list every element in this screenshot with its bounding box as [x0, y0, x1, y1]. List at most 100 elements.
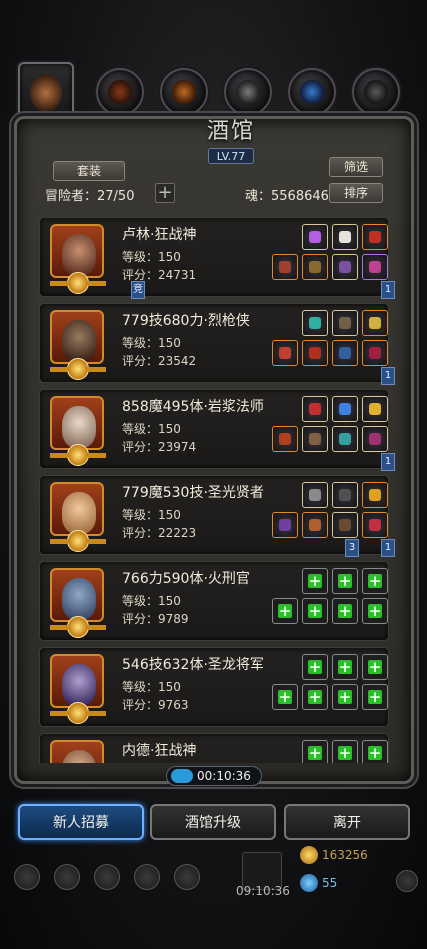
team-flag: 1 [381, 281, 395, 299]
add-equipment-button[interactable]: + [332, 568, 358, 594]
add-equipment-button[interactable]: + [302, 598, 328, 624]
equip-slot[interactable] [302, 224, 328, 250]
bag-icon[interactable] [54, 864, 80, 890]
add-equipment-button[interactable]: + [272, 684, 298, 710]
equip-slot[interactable] [362, 512, 388, 538]
equip-slot[interactable] [302, 340, 328, 366]
gem-amount: 55 [322, 876, 338, 890]
equip-slot[interactable] [362, 340, 388, 366]
tab-anvil[interactable] [352, 68, 400, 116]
equip-slot[interactable] [362, 426, 388, 452]
hero-card[interactable]: 766力590体·火刑官 等级：150 评分：9789 + + + + + + … [39, 561, 389, 641]
set-button[interactable]: 套装 [53, 161, 125, 181]
equip-slot[interactable] [332, 224, 358, 250]
hero-level: 等级：150 [122, 594, 181, 608]
hero-level: 等级：150 [122, 422, 181, 436]
filter-button[interactable]: 筛选 [329, 157, 383, 177]
hero-score: 评分：23542 [122, 354, 197, 368]
gem-icon [300, 874, 318, 892]
add-equipment-button[interactable]: + [302, 654, 328, 680]
equip-slot[interactable] [332, 482, 358, 508]
equip-slot[interactable] [272, 254, 298, 280]
gold-coin-icon [300, 846, 318, 864]
add-equipment-button[interactable]: + [332, 740, 358, 763]
hero-card[interactable]: 779技680力·烈枪侠 等级：150 评分：23542 [39, 303, 389, 383]
hero-name: 546技632体·圣龙将军 [122, 657, 264, 673]
anvil-icon [364, 80, 388, 104]
recruit-button[interactable]: 新人招募 [18, 804, 144, 840]
add-equipment-button[interactable]: + [302, 684, 328, 710]
team-flag: 1 [381, 539, 395, 557]
equip-slot[interactable] [302, 482, 328, 508]
expand-slots-button[interactable]: + [155, 183, 175, 203]
equip-slot[interactable] [332, 396, 358, 422]
equip-slot[interactable] [332, 254, 358, 280]
equip-slot[interactable] [302, 310, 328, 336]
add-equipment-button[interactable]: + [302, 568, 328, 594]
add-equipment-button[interactable]: + [272, 598, 298, 624]
equip-slot[interactable] [332, 340, 358, 366]
hero-portrait [50, 224, 104, 278]
sort-button[interactable]: 排序 [329, 183, 383, 203]
hero-card[interactable]: 546技632体·圣龙将军 等级：150 评分：9763 + + + + + +… [39, 647, 389, 727]
add-equipment-button[interactable]: + [362, 740, 388, 763]
add-equipment-button[interactable]: + [362, 568, 388, 594]
hero-card[interactable]: 779魔530技·圣光贤者 等级：150 评分：22223 [39, 475, 389, 555]
add-equipment-button[interactable]: + [362, 684, 388, 710]
add-equipment-button[interactable]: + [362, 654, 388, 680]
equip-slot[interactable] [302, 254, 328, 280]
hero-level: 等级：150 [122, 680, 181, 694]
hero-card[interactable]: 内德·狂战神 + + + [39, 733, 389, 763]
hero-score: 评分：9763 [122, 698, 189, 712]
equip-slot[interactable] [272, 512, 298, 538]
settings-icon[interactable] [174, 864, 200, 890]
tab-axe[interactable] [96, 68, 144, 116]
add-resource-icon[interactable] [396, 870, 418, 892]
helm-icon [236, 80, 260, 104]
title-plate: 酒馆 LV.77 [167, 109, 295, 164]
equip-slot[interactable] [332, 512, 358, 538]
equip-slot[interactable] [272, 426, 298, 452]
hero-name: 卢林·狂战神 [122, 227, 197, 243]
quest-icon[interactable] [134, 864, 160, 890]
equip-slot[interactable] [362, 224, 388, 250]
hero-portrait [50, 654, 104, 708]
equip-slot[interactable] [362, 254, 388, 280]
tab-crystal[interactable] [288, 68, 336, 116]
equip-slot[interactable] [302, 426, 328, 452]
add-equipment-button[interactable]: + [332, 684, 358, 710]
add-equipment-button[interactable]: + [332, 598, 358, 624]
hero-portrait [50, 310, 104, 364]
bottom-dock: 09:10:36 163256 55 [0, 846, 427, 908]
rank-medal-icon [50, 530, 106, 552]
equip-slot[interactable] [272, 340, 298, 366]
equip-slot[interactable] [332, 310, 358, 336]
team-flag: 1 [381, 453, 395, 471]
equip-slot[interactable] [332, 426, 358, 452]
mail-icon[interactable] [94, 864, 120, 890]
add-equipment-button[interactable]: + [362, 598, 388, 624]
equip-slot[interactable] [362, 310, 388, 336]
equip-slot[interactable] [362, 396, 388, 422]
hero-level: 等级：150 [122, 336, 181, 350]
chest-timer: 09:10:36 [236, 884, 290, 898]
timer-text: 00:10:36 [197, 769, 251, 783]
hero-list[interactable]: 卢林·狂战神 等级：150 评分：24731 竞 1 779技680力·烈枪侠 … [33, 215, 395, 763]
add-equipment-button[interactable]: + [302, 740, 328, 763]
leave-button[interactable]: 离开 [284, 804, 410, 840]
hero-card[interactable]: 卢林·狂战神 等级：150 评分：24731 [39, 217, 389, 297]
hero-card[interactable]: 858魔495体·岩浆法师 等级：150 评分：23974 [39, 389, 389, 469]
upgrade-tavern-button[interactable]: 酒馆升级 [150, 804, 276, 840]
rank-medal-icon [50, 358, 106, 380]
equip-slot[interactable] [302, 396, 328, 422]
gold-amount: 163256 [322, 848, 368, 862]
tab-tavern[interactable] [18, 62, 74, 124]
crystal-icon [300, 80, 324, 104]
hero-name: 779技680力·烈枪侠 [122, 313, 250, 329]
add-equipment-button[interactable]: + [332, 654, 358, 680]
hero-name: 858魔495体·岩浆法师 [122, 399, 264, 415]
menu-icon[interactable] [14, 864, 40, 890]
equip-slot[interactable] [362, 482, 388, 508]
equip-slot[interactable] [302, 512, 328, 538]
rank-medal-icon [50, 272, 106, 294]
